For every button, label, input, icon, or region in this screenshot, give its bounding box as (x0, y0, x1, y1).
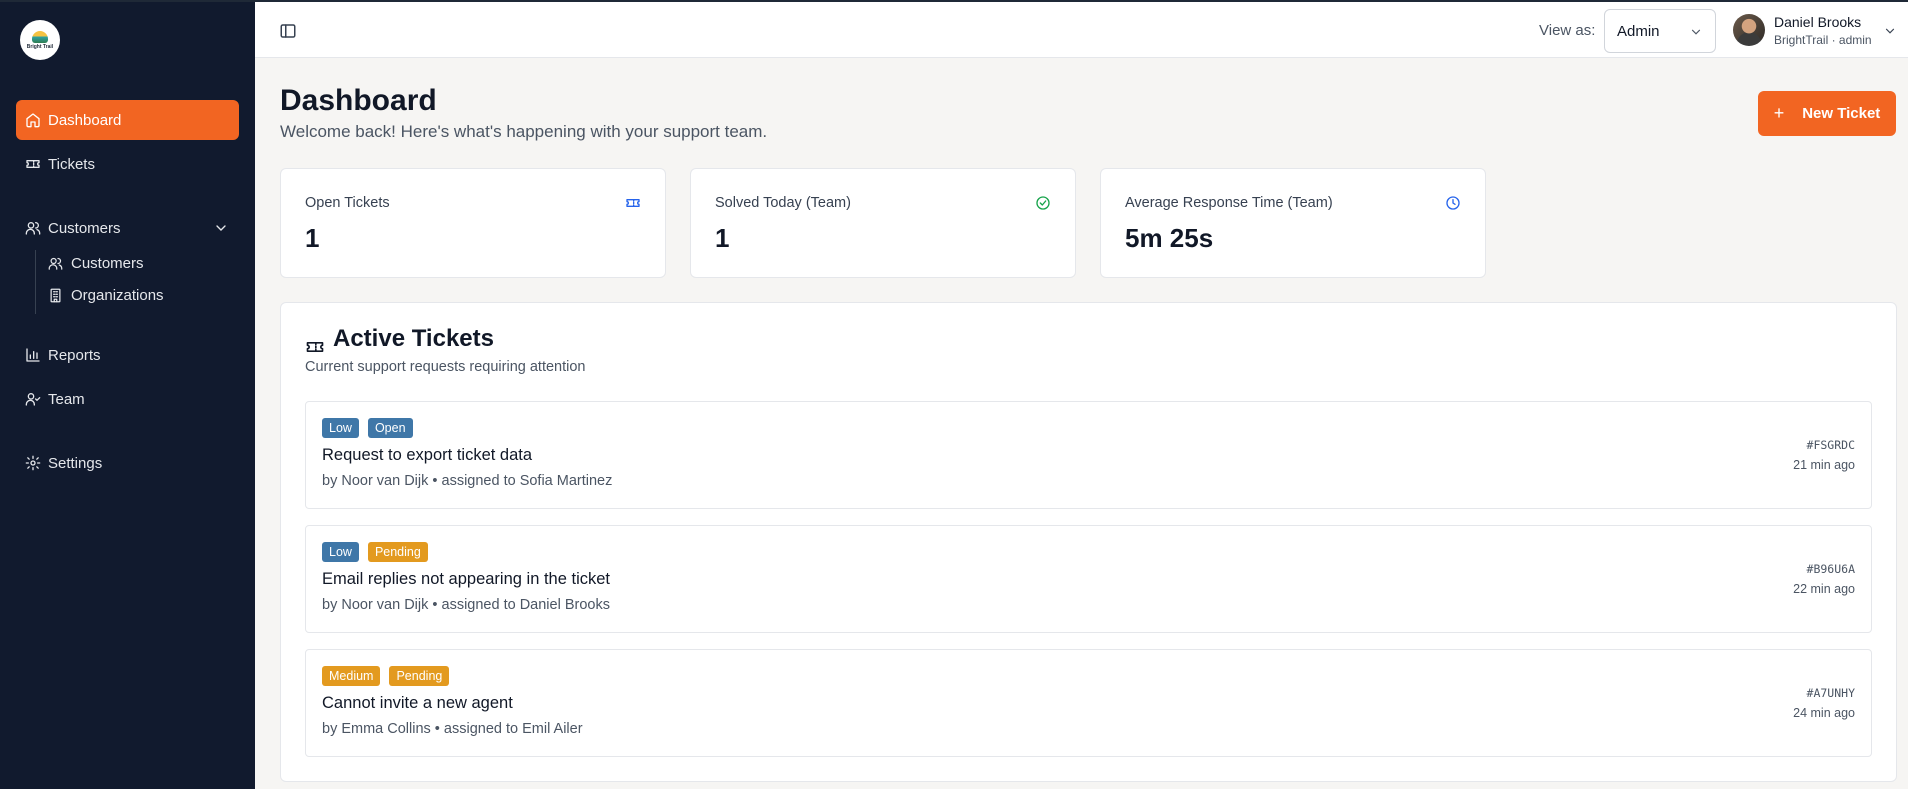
sidebar-item-label: Customers (48, 219, 121, 237)
ticket-meta: by Emma Collins • assigned to Emil Ailer (322, 721, 583, 737)
view-as-label: View as: (1539, 22, 1596, 39)
sidebar-item-reports[interactable]: Reports (16, 335, 239, 375)
sidebar-item-label: Tickets (48, 155, 95, 173)
ticket-id: #FSGRDC (1806, 438, 1855, 452)
status-badge: Pending (367, 542, 428, 562)
page-title: Dashboard (280, 84, 437, 117)
ticket-time: 21 min ago (1793, 458, 1855, 472)
sidebar-item-settings[interactable]: Settings (16, 443, 239, 483)
chevron-down-icon[interactable] (1883, 24, 1897, 38)
section-subtitle: Current support requests requiring atten… (305, 359, 586, 375)
new-ticket-label: New Ticket (1802, 105, 1881, 122)
ticket-time: 22 min ago (1793, 582, 1855, 596)
home-icon (25, 112, 41, 128)
stat-card-avg-response: Average Response Time (Team) 5m 25s (1100, 168, 1486, 278)
ticket-icon (625, 195, 641, 211)
gear-icon (25, 455, 41, 471)
ticket-time: 24 min ago (1793, 706, 1855, 720)
ticket-icon (305, 337, 325, 357)
logo-mark (32, 30, 48, 43)
priority-badge: Low (322, 418, 359, 438)
sidebar: Bright Trail Dashboard Tickets Customers… (0, 2, 255, 789)
sidebar-item-label: Settings (48, 454, 103, 472)
priority-badge: Medium (322, 666, 381, 686)
building-icon (48, 288, 63, 303)
sidebar-item-dashboard[interactable]: Dashboard (16, 100, 239, 140)
sidebar-subitem-label: Organizations (71, 286, 164, 304)
ticket-meta: by Noor van Dijk • assigned to Daniel Br… (322, 597, 610, 613)
ticket-icon (25, 156, 41, 172)
stat-card-open-tickets: Open Tickets 1 (280, 168, 666, 278)
stat-card-solved-today: Solved Today (Team) 1 (690, 168, 1076, 278)
ticket-meta: by Noor van Dijk • assigned to Sofia Mar… (322, 473, 613, 489)
ticket-row[interactable]: Low Open Request to export ticket data b… (305, 401, 1872, 509)
user-check-icon (25, 391, 41, 407)
bar-chart-icon (25, 347, 41, 363)
clock-icon (1445, 195, 1461, 211)
active-tickets-panel: Active Tickets Current support requests … (280, 302, 1897, 782)
sidebar-item-tickets[interactable]: Tickets (16, 144, 239, 184)
view-as-select[interactable]: Admin (1604, 9, 1716, 53)
top-bar: View as: Admin Daniel Brooks BrightTrail… (255, 2, 1908, 58)
users-icon (25, 220, 41, 236)
stat-value: 5m 25s (1125, 223, 1214, 253)
chevron-down-icon (1689, 25, 1703, 39)
ticket-id: #B96U6A (1806, 562, 1855, 576)
ticket-id: #A7UNHY (1806, 686, 1855, 700)
chevron-down-icon[interactable] (213, 220, 229, 236)
ticket-title[interactable]: Request to export ticket data (322, 446, 532, 465)
logo-text: Bright Trail (26, 43, 54, 50)
users-icon (48, 256, 63, 271)
sidebar-subitem-label: Customers (71, 254, 144, 272)
ticket-title[interactable]: Email replies not appearing in the ticke… (322, 570, 610, 589)
section-title: Active Tickets (333, 325, 494, 352)
stat-label: Solved Today (Team) (715, 195, 851, 211)
stat-value: 1 (715, 223, 730, 253)
plus-icon: + (1773, 103, 1785, 123)
user-role: BrightTrail · admin (1774, 33, 1872, 47)
sidebar-subitem-organizations[interactable]: Organizations (48, 282, 228, 308)
stat-value: 1 (305, 223, 320, 253)
view-as-value: Admin (1617, 22, 1660, 40)
sidebar-item-team[interactable]: Team (16, 379, 239, 419)
ticket-row[interactable]: Low Pending Email replies not appearing … (305, 525, 1872, 633)
status-badge: Open (367, 418, 413, 438)
sidebar-subitem-customers[interactable]: Customers (48, 250, 228, 276)
sidebar-toggle-icon[interactable] (279, 22, 297, 40)
sidebar-item-label: Reports (48, 346, 101, 364)
ticket-row[interactable]: Medium Pending Cannot invite a new agent… (305, 649, 1872, 757)
avatar[interactable] (1733, 14, 1765, 46)
sidebar-item-label: Dashboard (48, 111, 122, 129)
sidebar-item-customers[interactable]: Customers (16, 208, 239, 248)
stat-label: Open Tickets (305, 195, 390, 211)
check-circle-icon (1035, 195, 1051, 211)
brand-logo[interactable]: Bright Trail (20, 20, 60, 60)
user-name[interactable]: Daniel Brooks (1774, 14, 1861, 30)
status-badge: Pending (389, 666, 450, 686)
submenu-divider (35, 250, 36, 314)
priority-badge: Low (322, 542, 359, 562)
sidebar-item-label: Team (48, 390, 85, 408)
page-subtitle: Welcome back! Here's what's happening wi… (280, 122, 768, 141)
new-ticket-button[interactable]: + New Ticket (1758, 91, 1896, 136)
stat-label: Average Response Time (Team) (1125, 195, 1333, 211)
ticket-title[interactable]: Cannot invite a new agent (322, 694, 513, 713)
